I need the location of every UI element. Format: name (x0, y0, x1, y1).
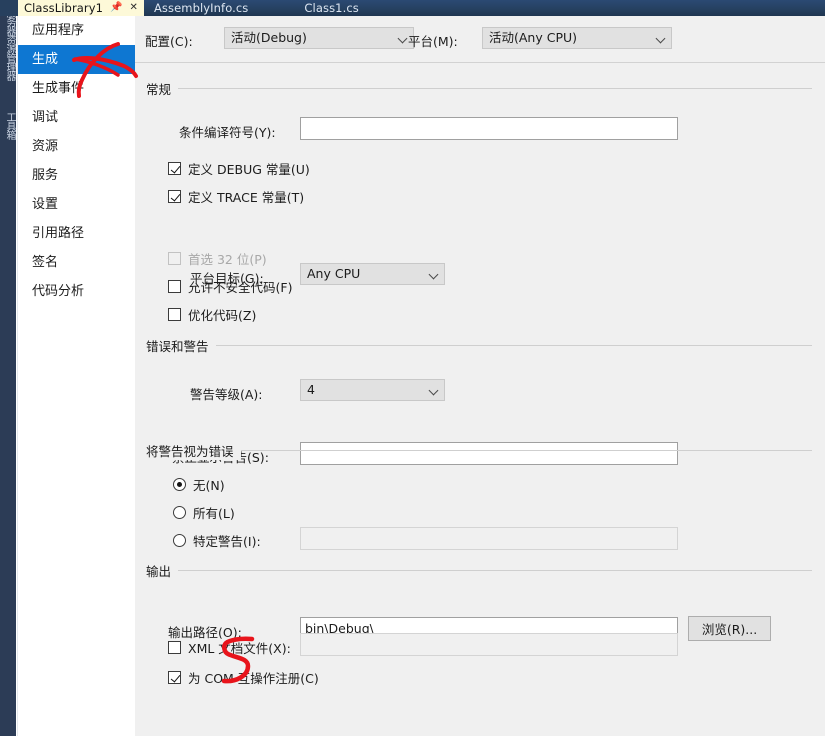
row-warning-level: 警告等级(A): 4 (135, 354, 825, 402)
configuration-value: 活动(Debug) (231, 30, 307, 45)
checkbox-icon (168, 190, 181, 203)
tab-label: AssemblyInfo.cs (153, 1, 249, 15)
chevron-down-icon (657, 35, 664, 42)
tab-strip-filler (365, 0, 825, 16)
radio-all-label: 所有(L) (193, 506, 235, 521)
checkbox-icon (168, 252, 181, 265)
radio-none[interactable]: 无(N) (173, 475, 225, 494)
row-conditional-symbols: 条件编译符号(Y): (135, 97, 825, 140)
section-general: 常规 条件编译符号(Y): 定义 DEBUG 常量(U) 定义 TRACE 常量… (135, 79, 825, 323)
sidebar-item-build[interactable]: 生成 (18, 45, 144, 74)
sidebar-item-code-analysis[interactable]: 代码分析 (18, 277, 135, 306)
sidebar-item-debug[interactable]: 调试 (18, 103, 135, 132)
radio-icon (173, 478, 186, 491)
allow-unsafe-code-checkbox[interactable]: 允许不安全代码(F) (168, 277, 292, 296)
define-debug-label: 定义 DEBUG 常量(U) (188, 162, 310, 177)
define-trace-checkbox[interactable]: 定义 TRACE 常量(T) (168, 187, 304, 206)
platform-target-select[interactable]: Any CPU (300, 263, 445, 285)
radio-specific-label: 特定警告(I): (193, 534, 261, 549)
radio-all[interactable]: 所有(L) (173, 503, 235, 522)
section-output-header: 输出 (135, 561, 825, 580)
tab-classlibrary1[interactable]: ClassLibrary1 📌 ✕ (18, 0, 144, 16)
sidebar-item-application[interactable]: 应用程序 (18, 16, 135, 45)
radio-specific[interactable]: 特定警告(I): (173, 531, 261, 550)
checkbox-icon (168, 308, 181, 321)
platform-value: 活动(Any CPU) (489, 30, 578, 45)
radio-icon (173, 506, 186, 519)
build-properties-page: 配置(C): 活动(Debug) 平台(M): 活动(Any CPU) 常规 条… (135, 16, 825, 736)
tab-label: Class1.cs (304, 1, 359, 15)
checkbox-icon (168, 280, 181, 293)
configuration-label: 配置(C): (145, 34, 193, 49)
platform-select[interactable]: 活动(Any CPU) (482, 27, 672, 49)
divider (146, 345, 812, 346)
optimize-code-label: 优化代码(Z) (188, 308, 257, 323)
row-serialization-assembly: 生成序列化程序集(E): 自动 (135, 609, 825, 639)
section-errors-header: 错误和警告 (135, 336, 825, 355)
platform-target-value: Any CPU (307, 266, 361, 281)
section-output-title: 输出 (146, 561, 179, 580)
sidebar-item-resources[interactable]: 资源 (18, 132, 135, 161)
optimize-code-checkbox[interactable]: 优化代码(Z) (168, 305, 256, 324)
section-errors-title: 错误和警告 (146, 336, 216, 355)
row-output-path: 输出路径(O): 浏览(R)... (135, 579, 825, 641)
sidebar-item-settings[interactable]: 设置 (18, 190, 135, 219)
sidebar-item-signing[interactable]: 签名 (18, 248, 135, 277)
tab-assemblyinfo-cs[interactable]: AssemblyInfo.cs (148, 0, 254, 16)
tab-class1-cs[interactable]: Class1.cs (298, 0, 364, 16)
section-waa-title: 将警告视为错误 (146, 441, 241, 460)
divider (146, 570, 812, 571)
section-errors-warnings: 错误和警告 警告等级(A): 4 禁止显示警告(S): (135, 336, 825, 465)
configuration-select[interactable]: 活动(Debug) (224, 27, 414, 49)
checkbox-icon (168, 641, 181, 654)
sidebar-item-reference-paths[interactable]: 引用路径 (18, 219, 135, 248)
chevron-down-icon (399, 35, 406, 42)
section-waa-header: 将警告视为错误 (135, 441, 825, 460)
divider (146, 450, 812, 451)
dock-tab-server-explorer[interactable]: 服务器资源管理器 (0, 16, 16, 80)
register-com-interop-label: 为 COM 互操作注册(C) (188, 671, 319, 686)
pin-icon[interactable]: 📌 (110, 3, 122, 13)
define-debug-checkbox[interactable]: 定义 DEBUG 常量(U) (168, 159, 310, 178)
specific-warnings-input[interactable] (300, 527, 678, 550)
sidebar-item-services[interactable]: 服务 (18, 161, 135, 190)
tab-strip-left-pad (0, 0, 18, 16)
tab-label: ClassLibrary1 (24, 1, 104, 15)
allow-unsafe-code-label: 允许不安全代码(F) (188, 280, 293, 295)
section-general-title: 常规 (146, 79, 179, 98)
radio-none-label: 无(N) (193, 478, 225, 493)
checkbox-icon (168, 671, 181, 684)
define-trace-label: 定义 TRACE 常量(T) (188, 190, 305, 205)
section-general-header: 常规 (135, 79, 825, 98)
platform-label: 平台(M): (408, 34, 458, 49)
radio-icon (173, 534, 186, 547)
configuration-bar: 配置(C): 活动(Debug) 平台(M): 活动(Any CPU) (135, 16, 825, 63)
register-com-interop-checkbox[interactable]: 为 COM 互操作注册(C) (168, 668, 319, 687)
prefer-32bit-checkbox: 首选 32 位(P) (168, 249, 267, 268)
xml-doc-file-label: XML 文档文件(X): (188, 641, 291, 656)
close-icon[interactable]: ✕ (130, 3, 138, 13)
project-properties-nav: 应用程序 生成 生成事件 调试 资源 服务 设置 引用路径 签名 代码分析 (17, 16, 144, 736)
left-dock-bar: 服务器资源管理器 工具箱 (0, 16, 16, 736)
sidebar-item-build-events[interactable]: 生成事件 (18, 74, 135, 103)
chevron-down-icon (430, 271, 437, 278)
section-output: 输出 输出路径(O): 浏览(R)... XML 文档文件(X): 为 COM … (135, 561, 825, 686)
editor-tab-strip: ClassLibrary1 📌 ✕ AssemblyInfo.cs Class1… (0, 0, 825, 16)
divider (146, 88, 812, 89)
row-platform-target: 平台目标(G): Any CPU (135, 127, 825, 286)
row-suppress-warnings: 禁止显示警告(S): (135, 384, 825, 465)
checkbox-icon (168, 162, 181, 175)
section-warnings-as-errors: 将警告视为错误 无(N) 所有(L) 特定警告(I): (135, 441, 825, 550)
dock-tab-toolbox[interactable]: 工具箱 (0, 112, 16, 139)
prefer-32bit-label: 首选 32 位(P) (188, 252, 267, 267)
xml-doc-file-checkbox[interactable]: XML 文档文件(X): (168, 638, 291, 657)
